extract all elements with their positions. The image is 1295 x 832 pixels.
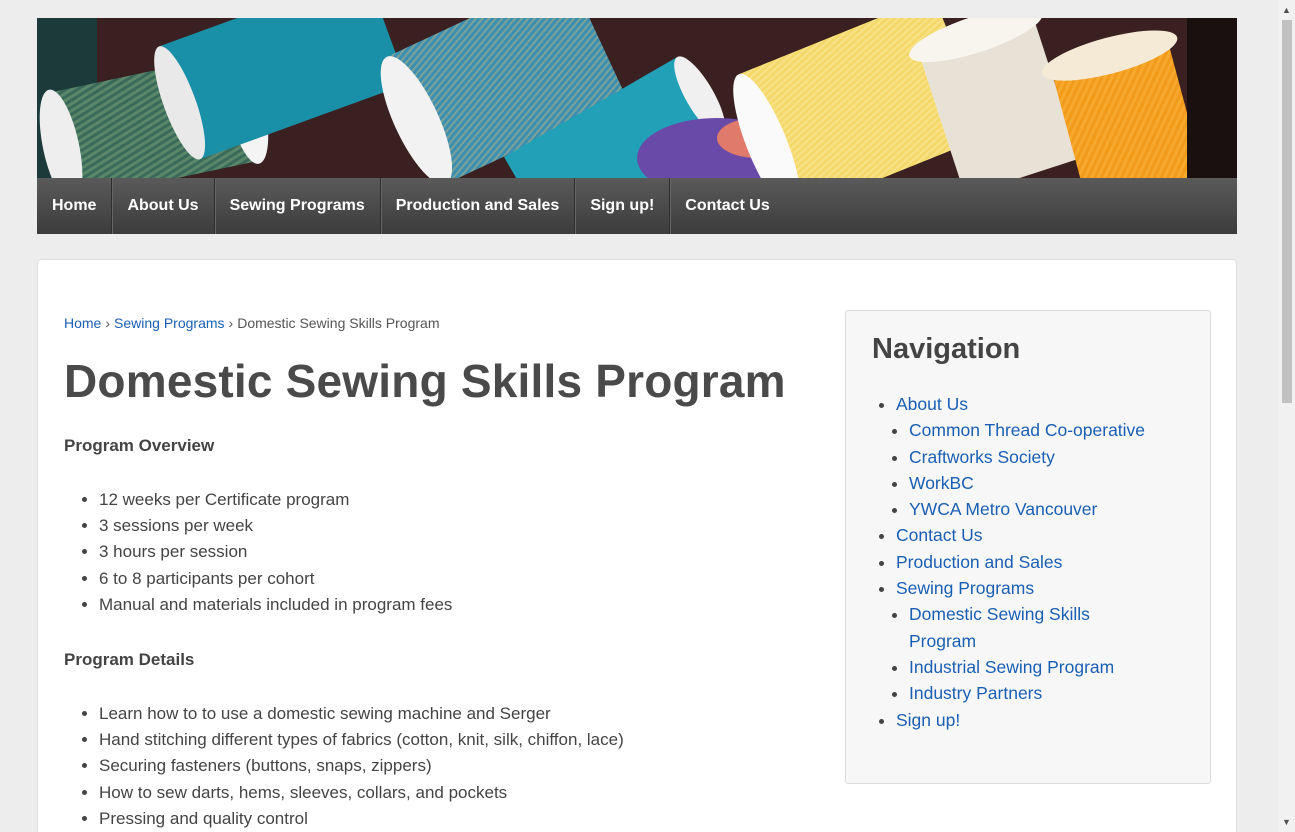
sidebar-item-contact-us: Contact Us xyxy=(896,522,1145,548)
sidebar-item-about-us: About Us Common Thread Co-operative Craf… xyxy=(896,391,1145,522)
breadcrumb-sewing-programs-link[interactable]: Sewing Programs xyxy=(114,315,225,331)
list-item: How to sew darts, hems, sleeves, collars… xyxy=(99,780,624,806)
sidebar-item-production: Production and Sales xyxy=(896,549,1145,575)
sidebar-title: Navigation xyxy=(872,333,1021,365)
list-item: 3 sessions per week xyxy=(99,513,452,539)
sidebar-link-workbc[interactable]: WorkBC xyxy=(909,473,974,493)
scroll-up-arrow-icon[interactable]: ▲ xyxy=(1278,2,1295,18)
sidebar-navigation: Navigation About Us Common Thread Co-ope… xyxy=(845,310,1211,784)
sidebar-link-industrial[interactable]: Industrial Sewing Program xyxy=(909,657,1114,677)
breadcrumb-separator: › xyxy=(228,315,234,331)
list-item: Manual and materials included in program… xyxy=(99,592,452,618)
sidebar-link-about-us[interactable]: About Us xyxy=(896,394,968,414)
sidebar-link-sign-up[interactable]: Sign up! xyxy=(896,710,960,730)
sidebar-nav-tree: About Us Common Thread Co-operative Craf… xyxy=(870,391,1145,733)
nav-sewing-programs[interactable]: Sewing Programs xyxy=(215,178,381,234)
sidebar-link-sewing-programs[interactable]: Sewing Programs xyxy=(896,578,1034,598)
breadcrumb-separator: › xyxy=(105,315,111,331)
vertical-scrollbar[interactable]: ▲ ▼ xyxy=(1278,0,1295,832)
sidebar-link-common-thread[interactable]: Common Thread Co-operative xyxy=(909,420,1145,440)
scroll-down-arrow-icon[interactable]: ▼ xyxy=(1278,814,1295,830)
sidebar-link-domestic[interactable]: Domestic Sewing Skills Program xyxy=(909,604,1090,650)
sidebar-link-craftworks[interactable]: Craftworks Society xyxy=(909,447,1055,467)
program-details-heading: Program Details xyxy=(64,650,195,669)
sidebar-item-domestic: Domestic Sewing Skills Program xyxy=(909,601,1109,654)
sidebar-item-workbc: WorkBC xyxy=(909,470,1145,496)
list-item: 6 to 8 participants per cohort xyxy=(99,566,452,592)
sidebar-link-industry-partners[interactable]: Industry Partners xyxy=(909,683,1042,703)
nav-sign-up[interactable]: Sign up! xyxy=(575,178,671,234)
sidebar-item-ywca: YWCA Metro Vancouver xyxy=(909,496,1145,522)
list-item: Securing fasteners (buttons, snaps, zipp… xyxy=(99,753,624,779)
sidebar-item-industry-partners: Industry Partners xyxy=(909,680,1145,706)
list-item: Pressing and quality control xyxy=(99,806,624,832)
sidebar-item-sewing-programs: Sewing Programs Domestic Sewing Skills P… xyxy=(896,575,1145,706)
page-title: Domestic Sewing Skills Program xyxy=(64,355,786,407)
breadcrumb-home-link[interactable]: Home xyxy=(64,315,101,331)
sidebar-link-contact-us[interactable]: Contact Us xyxy=(896,525,983,545)
content-panel: Home › Sewing Programs › Domestic Sewing Ski… xyxy=(37,259,1237,832)
list-item: Learn how to to use a domestic sewing ma… xyxy=(99,701,624,727)
sidebar-item-craftworks: Craftworks Society xyxy=(909,444,1145,470)
program-overview-heading: Program Overview xyxy=(64,436,215,455)
nav-home[interactable]: Home xyxy=(37,178,113,234)
scrollbar-thumb[interactable] xyxy=(1282,20,1292,403)
sidebar-item-sign-up: Sign up! xyxy=(896,707,1145,733)
nav-production-and-sales[interactable]: Production and Sales xyxy=(381,178,576,234)
list-item: Hand stitching different types of fabric… xyxy=(99,727,624,753)
list-item: 3 hours per session xyxy=(99,539,452,565)
main-navbar: Home About Us Sewing Programs Production… xyxy=(37,178,1237,234)
header-banner-image xyxy=(37,18,1237,178)
thread-spools-illustration xyxy=(37,18,1237,178)
breadcrumb-current: Domestic Sewing Skills Program xyxy=(237,315,440,331)
nav-contact-us[interactable]: Contact Us xyxy=(670,178,784,234)
nav-about-us[interactable]: About Us xyxy=(112,178,215,234)
list-item: 12 weeks per Certificate program xyxy=(99,487,452,513)
sidebar-item-common-thread: Common Thread Co-operative xyxy=(909,417,1145,443)
program-details-list: Learn how to to use a domestic sewing ma… xyxy=(64,701,624,832)
sidebar-link-ywca[interactable]: YWCA Metro Vancouver xyxy=(909,499,1097,519)
sidebar-link-production[interactable]: Production and Sales xyxy=(896,552,1062,572)
breadcrumb: Home › Sewing Programs › Domestic Sewing Ski… xyxy=(64,315,440,331)
program-overview-list: 12 weeks per Certificate program 3 sessi… xyxy=(64,487,452,618)
sidebar-item-industrial: Industrial Sewing Program xyxy=(909,654,1145,680)
